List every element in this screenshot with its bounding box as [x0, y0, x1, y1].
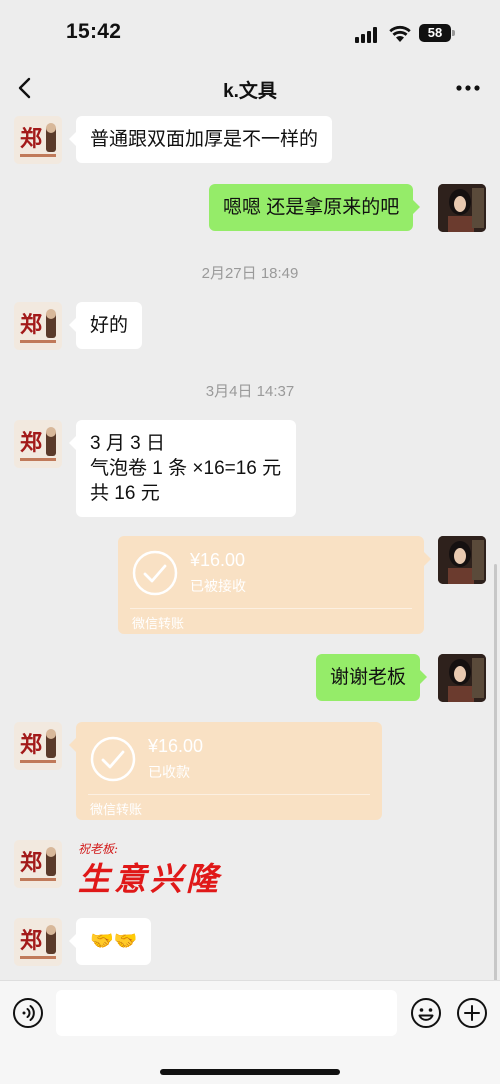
transfer-footer: 微信转账 [132, 616, 185, 631]
transfer-card[interactable]: ¥16.00 已被接收 微信转账 [118, 536, 431, 634]
message-text: 普通跟双面加厚是不一样的 [90, 129, 319, 150]
timestamp: 2月27日 18:49 [201, 265, 299, 282]
message-text: 谢谢老板 [330, 667, 407, 688]
svg-text:郑: 郑 [20, 430, 42, 456]
transfer-amount: ¥16.00 [190, 550, 246, 570]
svg-text:郑: 郑 [20, 850, 42, 876]
battery-icon: 58 [419, 24, 455, 42]
checkmark-circle-icon [90, 736, 136, 782]
shop-avatar[interactable]: 郑 [14, 840, 62, 888]
message-bubble[interactable]: 嗯嗯 还是拿原来的吧 [209, 184, 421, 231]
shop-avatar[interactable]: 郑 [14, 302, 62, 350]
sticker-message[interactable]: 祝老板: 生意兴隆 [78, 840, 238, 898]
message-text-line: 3 月 3 日 [90, 433, 165, 454]
message-bubble[interactable]: 3 月 3 日 气泡卷 1 条 ×16=16 元 共 16 元 [69, 420, 296, 517]
shop-avatar[interactable]: 郑 [14, 420, 62, 468]
svg-text:郑: 郑 [20, 312, 42, 338]
battery-level: 58 [419, 24, 451, 42]
svg-text:郑: 郑 [20, 732, 42, 758]
message-text: 嗯嗯 还是拿原来的吧 [223, 197, 400, 218]
user-avatar[interactable] [438, 536, 486, 584]
message-text-line: 气泡卷 1 条 ×16=16 元 [90, 458, 282, 479]
message-text: 🤝🤝 [90, 931, 138, 952]
shop-avatar[interactable]: 郑 [14, 116, 62, 164]
wifi-icon [389, 25, 411, 42]
transfer-status: 已被接收 [190, 578, 246, 594]
voice-input-icon[interactable] [12, 997, 44, 1029]
transfer-status: 已收款 [148, 764, 190, 780]
shop-avatar[interactable]: 郑 [14, 722, 62, 770]
message-bubble[interactable]: 🤝🤝 [68, 918, 152, 965]
message-bubble[interactable]: 好的 [68, 302, 143, 349]
chat-area[interactable]: 郑 普通跟双面加厚是不一样的 嗯嗯 还是拿原来的吧 2月27日 18:49 郑 [0, 114, 500, 980]
chat-title: k.文具 [223, 81, 277, 102]
timestamp: 3月4日 14:37 [205, 383, 295, 400]
status-bar: 15:42 58 [0, 0, 500, 62]
input-bar [0, 980, 500, 1084]
svg-text:郑: 郑 [20, 126, 42, 152]
plus-icon[interactable] [456, 997, 488, 1029]
home-indicator [160, 1069, 340, 1075]
transfer-amount: ¥16.00 [148, 736, 204, 756]
user-avatar[interactable] [438, 184, 486, 232]
chat-scrollbar[interactable] [494, 564, 497, 980]
message-text-line: 共 16 元 [90, 483, 160, 504]
sticker-text: 生意兴隆 [78, 860, 223, 898]
message-input[interactable] [56, 990, 397, 1036]
status-time: 15:42 [66, 20, 122, 43]
message-bubble[interactable]: 谢谢老板 [316, 654, 428, 701]
shop-avatar[interactable]: 郑 [14, 918, 62, 966]
message-text: 好的 [90, 315, 129, 336]
emoji-icon[interactable] [410, 997, 442, 1029]
more-options-icon[interactable] [454, 76, 482, 100]
cellular-signal-icon [355, 27, 379, 43]
message-bubble[interactable]: 普通跟双面加厚是不一样的 [68, 116, 333, 163]
nav-bar: k.文具 [0, 62, 500, 114]
transfer-card[interactable]: ¥16.00 已收款 微信转账 [69, 722, 382, 820]
transfer-footer: 微信转账 [90, 802, 143, 817]
svg-text:郑: 郑 [20, 928, 42, 954]
checkmark-circle-icon [132, 550, 178, 596]
user-avatar[interactable] [438, 654, 486, 702]
